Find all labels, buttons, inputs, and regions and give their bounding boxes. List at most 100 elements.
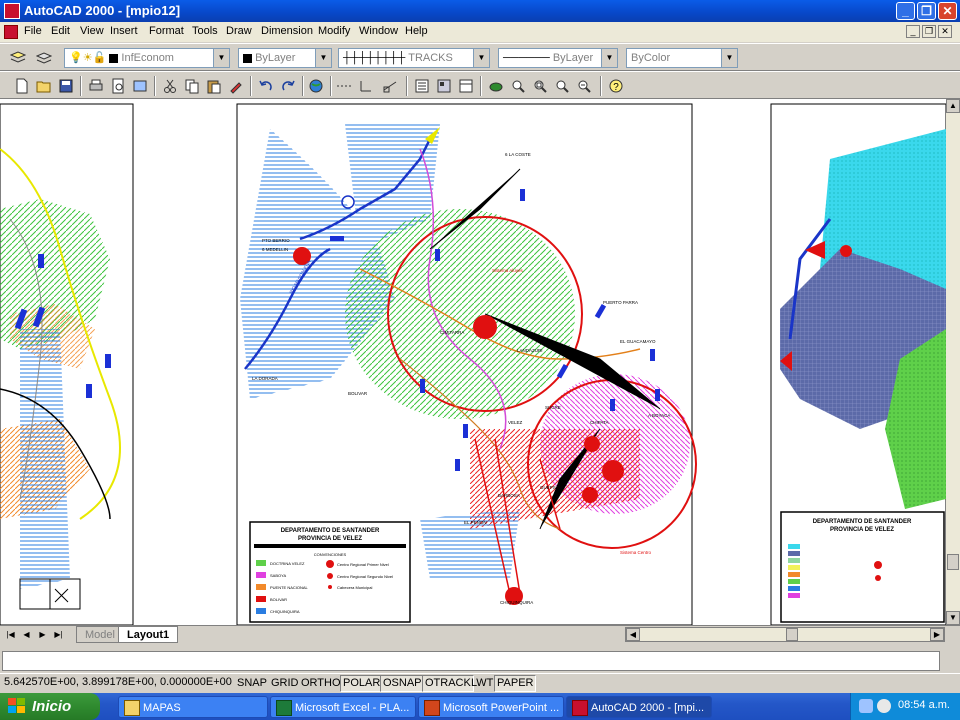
layer-dropdown-icon[interactable]: ▼ (213, 49, 229, 67)
linetype-combo[interactable]: ┼┼┼┼┼┼┼┼ TRACKS ▼ (338, 48, 490, 68)
menu-insert[interactable]: Insert (110, 25, 138, 37)
scroll-thumb[interactable] (947, 554, 959, 570)
lineweight-combo[interactable]: ────── ByLayer ▼ (498, 48, 618, 68)
scroll-right-icon[interactable]: ▶ (930, 628, 944, 641)
zoom-window-icon[interactable] (532, 78, 548, 94)
autocad-icon (572, 700, 588, 716)
volume-icon[interactable] (877, 699, 891, 713)
drawing-canvas[interactable]: DEPARTAMENTO DE SANTANDER PROVINCIA DE V… (0, 99, 946, 625)
menu-edit[interactable]: Edit (51, 25, 70, 37)
cut-icon[interactable] (162, 78, 178, 94)
open-icon[interactable] (36, 78, 52, 94)
undo-icon[interactable] (258, 78, 274, 94)
tab-layout1[interactable]: Layout1 (118, 626, 179, 643)
start-label: Inicio (32, 698, 72, 715)
new-icon[interactable] (14, 78, 30, 94)
tab-model[interactable]: Model (76, 626, 124, 643)
zoom-extents-icon[interactable] (554, 78, 570, 94)
menu-tools[interactable]: Tools (192, 25, 218, 37)
maximize-button[interactable]: ❐ (917, 2, 936, 20)
save-icon[interactable] (58, 78, 74, 94)
color-dropdown-icon[interactable]: ▼ (315, 49, 331, 67)
snap-toggle[interactable]: SNAP (234, 675, 270, 692)
globe-hyperlink-icon[interactable] (308, 78, 324, 94)
help-icon[interactable]: ? (608, 78, 624, 94)
pan-icon[interactable] (488, 78, 504, 94)
scroll-down-icon[interactable]: ▼ (946, 611, 960, 625)
menu-file[interactable]: File (24, 25, 42, 37)
doc-close-button[interactable]: ✕ (938, 25, 952, 38)
tracking-icon[interactable] (336, 78, 352, 94)
network-icon[interactable] (859, 699, 873, 713)
print-icon[interactable] (88, 78, 104, 94)
color-combo[interactable]: ByLayer ▼ (238, 48, 332, 68)
next-tab-icon[interactable]: ▶ (36, 628, 49, 641)
menu-window[interactable]: Window (359, 25, 398, 37)
ortho-toggle[interactable]: ORTHO (298, 675, 344, 692)
minimize-button[interactable]: _ (896, 2, 915, 20)
autocad-app-icon[interactable] (4, 3, 20, 19)
task-mapas[interactable]: MAPAS (118, 696, 268, 718)
last-tab-icon[interactable]: ▶| (52, 628, 65, 641)
task-excel[interactable]: Microsoft Excel - PLA... (270, 696, 416, 718)
scroll-up-icon[interactable]: ▲ (946, 99, 960, 113)
coordinates-readout: 5.642570E+00, 3.899178E+00, 0.000000E+00 (4, 676, 232, 688)
legend-item: SABOYA (270, 573, 286, 578)
menu-format[interactable]: Format (149, 25, 184, 37)
command-line-input[interactable] (2, 651, 940, 671)
menu-dimension[interactable]: Dimension (261, 25, 313, 37)
paper-toggle[interactable]: PAPER (494, 675, 537, 692)
document-icon[interactable] (4, 25, 18, 39)
zoom-realtime-icon[interactable] (510, 78, 526, 94)
standard-toolbar: ? (0, 71, 960, 99)
task-autocad[interactable]: AutoCAD 2000 - [mpi... (566, 696, 712, 718)
zoom-previous-icon[interactable] (576, 78, 592, 94)
match-properties-icon[interactable] (228, 78, 244, 94)
design-center-icon[interactable] (436, 78, 452, 94)
otrack-toggle[interactable]: OTRACK (422, 675, 474, 692)
legend-heading: CONVENCIONES (314, 552, 347, 557)
properties-icon[interactable] (414, 78, 430, 94)
plotstyle-combo[interactable]: ByColor ▼ (626, 48, 738, 68)
print-preview-icon[interactable] (110, 78, 126, 94)
lwt-toggle[interactable]: LWT (468, 675, 496, 692)
close-button[interactable]: ✕ (938, 2, 957, 20)
prev-tab-icon[interactable]: ◀ (20, 628, 33, 641)
task-label: Microsoft PowerPoint ... (443, 702, 560, 714)
legend-item: DOCTRINA VELEZ (270, 561, 305, 566)
menu-view[interactable]: View (80, 25, 104, 37)
horizontal-scrollbar[interactable]: ◀ ▶ (625, 627, 945, 642)
menu-draw[interactable]: Draw (226, 25, 252, 37)
place-label: EL GUACAMAYO (620, 339, 656, 344)
ucs-icon[interactable] (358, 78, 374, 94)
polar-toggle[interactable]: POLAR (340, 675, 384, 692)
tool-palette-icon[interactable] (458, 78, 474, 94)
main-legend: DEPARTAMENTO DE SANTANDER PROVINCIA DE V… (249, 521, 411, 623)
start-button[interactable]: Inicio (0, 693, 100, 720)
redo-icon[interactable] (280, 78, 296, 94)
grid-toggle[interactable]: GRID (268, 675, 302, 692)
place-label: PUERTO PARRA (603, 300, 638, 305)
layers-icon[interactable] (10, 50, 26, 66)
paste-icon[interactable] (206, 78, 222, 94)
publish-icon[interactable] (132, 78, 148, 94)
layer-combo[interactable]: 💡☀🔓 InfEconom ▼ (64, 48, 230, 68)
task-powerpoint[interactable]: Microsoft PowerPoint ... (418, 696, 564, 718)
plotstyle-dropdown-icon[interactable]: ▼ (721, 49, 737, 67)
doc-minimize-button[interactable]: _ (906, 25, 920, 38)
lineweight-dropdown-icon[interactable]: ▼ (601, 49, 617, 67)
menu-modify[interactable]: Modify (318, 25, 350, 37)
layer-previous-icon[interactable] (36, 50, 52, 66)
copy-icon[interactable] (184, 78, 200, 94)
place-label: 6 LA COSTE (505, 152, 531, 157)
linetype-dropdown-icon[interactable]: ▼ (473, 49, 489, 67)
osnap-toggle[interactable]: OSNAP (380, 675, 425, 692)
menu-help[interactable]: Help (405, 25, 428, 37)
scroll-left-icon[interactable]: ◀ (626, 628, 640, 641)
vertical-scrollbar[interactable]: ▲ ▼ (946, 99, 960, 625)
distance-icon[interactable] (382, 78, 398, 94)
hscroll-thumb[interactable] (786, 628, 798, 641)
first-tab-icon[interactable]: |◀ (4, 628, 17, 641)
doc-restore-button[interactable]: ❐ (922, 25, 936, 38)
place-label: Sistema Aluyes (492, 268, 524, 273)
